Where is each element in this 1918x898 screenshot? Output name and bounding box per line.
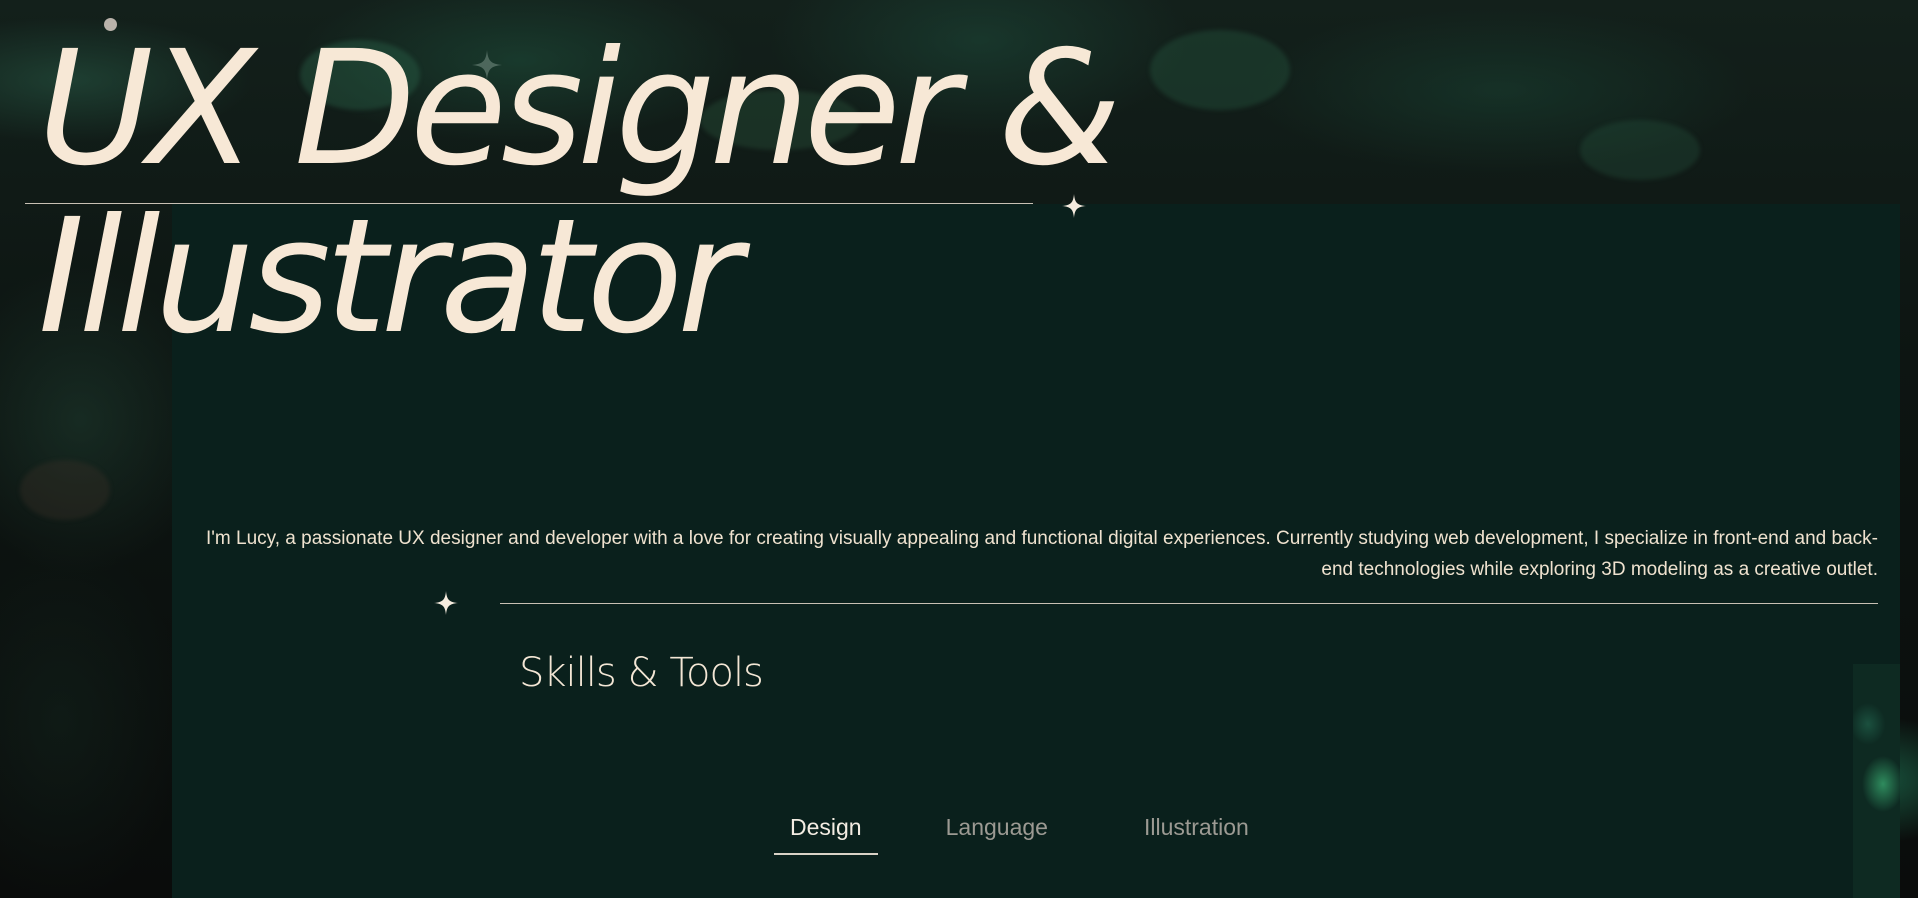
background-blob <box>1150 30 1290 110</box>
sparkle-icon <box>472 50 502 80</box>
background-blob <box>20 460 110 520</box>
background-blob <box>1580 120 1700 180</box>
page-background: UX Designer & Illustrator I'm Lucy, a pa… <box>0 0 1918 898</box>
sparkle-icon <box>1062 194 1086 218</box>
sparkle-icon <box>434 591 458 615</box>
tab-illustration[interactable]: Illustration <box>1128 808 1265 855</box>
tab-design[interactable]: Design <box>774 808 878 855</box>
section-divider <box>500 603 1878 604</box>
decorative-strip <box>1853 664 1900 898</box>
skills-tabs: Design Language Illustration <box>774 808 1265 855</box>
skills-heading: Skills & Tools <box>519 650 764 696</box>
intro-paragraph: I'm Lucy, a passionate UX designer and d… <box>205 528 1878 580</box>
hero-title-line-2: Illustrator <box>38 185 742 369</box>
hero-title-line-1: UX Designer & <box>38 17 1121 201</box>
tab-language[interactable]: Language <box>930 808 1064 855</box>
